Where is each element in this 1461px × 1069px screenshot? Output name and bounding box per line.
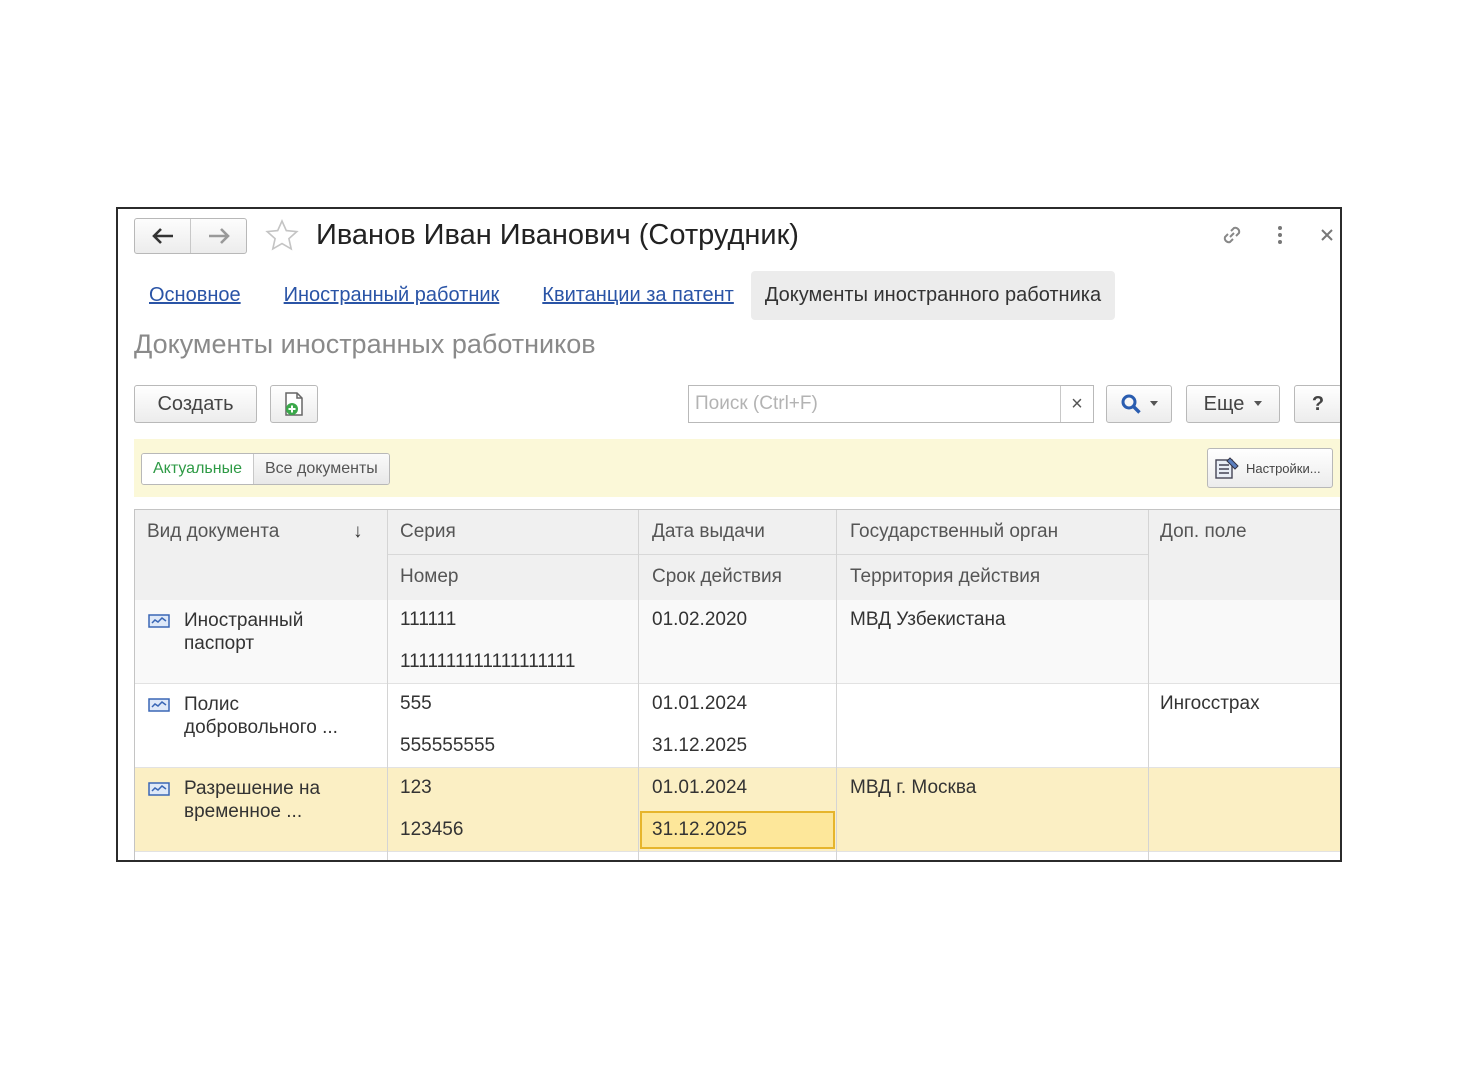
cell-number: 123456 [400, 819, 464, 840]
link-icon[interactable] [1218, 221, 1246, 249]
tab-main[interactable]: Основное [149, 284, 241, 307]
table-row[interactable]: Иностранный паспорт 111111 1111111111111… [135, 600, 1340, 684]
arrow-left-icon [151, 228, 173, 244]
header-authority[interactable]: Государственный орган [850, 521, 1058, 543]
column-divider [836, 510, 837, 860]
documents-table: Вид документа ↓ Серия Номер Дата выдачи … [134, 509, 1340, 860]
cell-series: 111111 [400, 609, 457, 630]
cell-number: 1111111111111111111 [400, 651, 576, 672]
more-button-label: Еще [1203, 392, 1245, 415]
cell-valid-until: 31.12.2025 [652, 819, 748, 840]
settings-button-label: Настройки... [1246, 460, 1321, 476]
filter-toggle: Актуальные Все документы [141, 453, 390, 485]
create-button-label: Создать [157, 392, 234, 415]
copy-document-button[interactable] [270, 385, 318, 423]
tab-bar: Основное Иностранный работник Квитанции … [136, 269, 1116, 321]
cell-issue-date: 01.02.2020 [652, 609, 748, 630]
document-card-icon [148, 614, 170, 628]
header-doc-type[interactable]: Вид документа [147, 521, 279, 543]
cell-valid-until: 31.12.2025 [652, 735, 748, 756]
clear-icon: × [1071, 392, 1083, 415]
search-icon [1121, 394, 1141, 414]
tab-foreign-worker[interactable]: Иностранный работник [284, 284, 500, 307]
cell-series: 123 [400, 777, 432, 798]
filter-all-button[interactable]: Все документы [252, 454, 389, 484]
document-card-icon [148, 782, 170, 796]
table-row[interactable]: Полис добровольного ... 555 555555555 01… [135, 684, 1340, 768]
create-button[interactable]: Создать [134, 385, 257, 423]
window-title: Иванов Иван Иванович (Сотрудник) [316, 219, 799, 251]
page-title: Документы иностранных работников [134, 329, 596, 359]
column-divider [1148, 510, 1149, 860]
header-issue-date[interactable]: Дата выдачи [652, 521, 765, 543]
cell-series: 555 [400, 693, 432, 714]
back-button[interactable] [135, 219, 190, 253]
header-series[interactable]: Серия [400, 521, 456, 543]
forward-button[interactable] [190, 219, 246, 253]
cell-number: 555555555 [400, 735, 496, 756]
cell-authority: МВД г. Москва [850, 777, 977, 798]
filter-actual-button[interactable]: Актуальные [142, 454, 253, 484]
help-button-label: ? [1311, 392, 1325, 415]
tab-patent-receipts[interactable]: Квитанции за патент [542, 284, 734, 307]
favorite-star-icon[interactable] [264, 218, 300, 254]
header-number[interactable]: Номер [400, 566, 458, 588]
cell-doc-type: Разрешение на временное ... [184, 778, 321, 822]
search-input[interactable] [689, 386, 1060, 422]
table-header: Вид документа ↓ Серия Номер Дата выдачи … [135, 510, 1340, 601]
search-options-button[interactable] [1106, 385, 1172, 423]
search-clear-button[interactable]: × [1060, 386, 1093, 422]
help-button[interactable]: ? [1294, 385, 1340, 423]
document-card-icon [148, 698, 170, 712]
employee-window: Иванов Иван Иванович (Сотрудник) Основно… [116, 207, 1342, 862]
arrow-right-icon [208, 228, 230, 244]
close-icon[interactable] [1313, 221, 1340, 249]
dropdown-arrow-icon [1254, 401, 1263, 406]
more-vertical-icon[interactable] [1266, 221, 1294, 249]
header-territory[interactable]: Территория действия [850, 566, 1040, 588]
settings-button[interactable]: Настройки... [1207, 448, 1333, 488]
table-row-selected[interactable]: Разрешение на временное ... 123 123456 0… [135, 768, 1340, 852]
search-box: × [688, 385, 1094, 423]
column-divider [638, 510, 639, 860]
cell-issue-date: 01.01.2024 [652, 777, 748, 798]
dropdown-arrow-icon [1150, 401, 1158, 406]
filter-bar: Актуальные Все документы Настройки... [134, 439, 1340, 497]
tab-foreign-worker-documents[interactable]: Документы иностранного работника [750, 270, 1116, 320]
settings-list-icon [1215, 457, 1239, 479]
cell-extra: Ингосстрах [1160, 693, 1260, 714]
cell-issue-date: 01.01.2024 [652, 693, 748, 714]
nav-buttons [134, 218, 247, 254]
header-valid-until[interactable]: Срок действия [652, 566, 782, 588]
sort-arrow-icon[interactable]: ↓ [353, 521, 363, 543]
header-extra[interactable]: Доп. поле [1160, 521, 1247, 543]
cell-doc-type: Иностранный паспорт [184, 610, 304, 654]
header-divider [388, 554, 1148, 555]
cell-doc-type: Полис добровольного ... [184, 694, 338, 738]
more-button[interactable]: Еще [1186, 385, 1280, 423]
column-divider [387, 510, 388, 860]
cell-authority: МВД Узбекистана [850, 609, 1006, 630]
document-add-icon [285, 392, 303, 416]
